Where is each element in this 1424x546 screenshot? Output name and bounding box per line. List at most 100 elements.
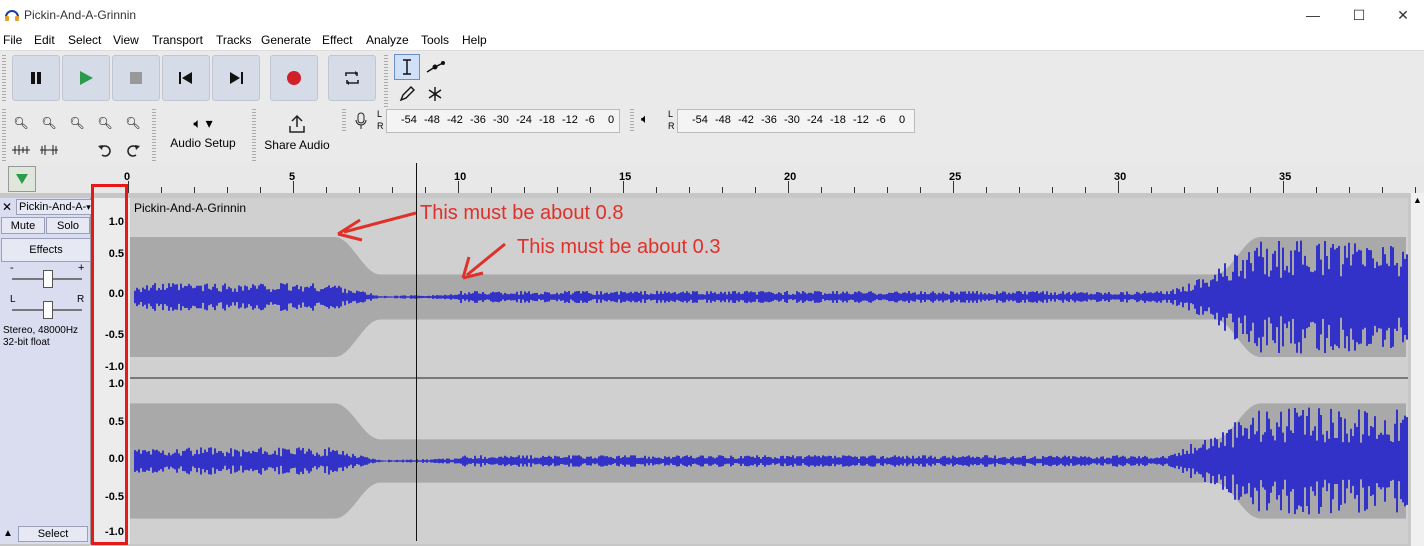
waveform-clip[interactable]: Pickin-And-A-Grinnin (130, 198, 1408, 544)
record-meter-right-label: R (377, 121, 384, 131)
menu-edit[interactable]: Edit (34, 33, 55, 47)
audio-setup-label: Audio Setup (170, 136, 236, 150)
track-menu-button[interactable]: Pickin-And-A- ▾ (16, 199, 92, 215)
menu-transport[interactable]: Transport (152, 33, 203, 47)
zoom-out-button[interactable]: 🔍︎ (36, 110, 62, 136)
pan-slider-thumb[interactable] (43, 301, 53, 319)
timeline-ruler[interactable]: 0 5 10 15 20 25 30 35 (0, 163, 1424, 193)
track-name: Pickin-And-A- (19, 201, 87, 213)
meter-tick-label: -54 (401, 114, 417, 126)
meter-tick-label: -6 (876, 114, 886, 126)
menu-generate[interactable]: Generate (261, 33, 311, 47)
redo-icon (127, 145, 140, 157)
timeline-tick-label: 20 (784, 171, 797, 183)
menu-analyze[interactable]: Analyze (366, 33, 409, 47)
annotation-highlight-box (91, 184, 128, 545)
selection-tool-button[interactable] (394, 54, 420, 80)
share-audio-button[interactable]: Share Audio (258, 109, 336, 161)
playback-meter[interactable]: -54 -48 -42 -36 -30 -24 -18 -12 -6 0 (677, 109, 915, 133)
timeline-tick-label: 15 (619, 171, 632, 183)
solo-button[interactable]: Solo (46, 217, 90, 234)
silence-audio-button[interactable] (36, 137, 62, 163)
trim-icon (12, 145, 30, 155)
menu-select[interactable]: Select (68, 33, 101, 47)
stop-icon (130, 72, 142, 84)
undo-button[interactable] (92, 137, 118, 163)
toolbar-grip[interactable] (252, 109, 256, 161)
pause-icon (31, 72, 41, 84)
meter-tick-label: -54 (692, 114, 708, 126)
zoom-toggle-button[interactable]: 🔍︎ (120, 110, 146, 136)
record-meter[interactable]: -54 -48 -42 -36 -30 -24 -18 -12 -6 0 (386, 109, 620, 133)
fit-selection-button[interactable]: 🔍︎ (64, 110, 90, 136)
timeline-tick-mark (623, 181, 624, 193)
meter-tick-label: -18 (539, 114, 555, 126)
track-format-bits: 32-bit float (3, 337, 50, 348)
toolbar-grip[interactable] (2, 55, 6, 103)
effects-button[interactable]: Effects (1, 238, 91, 262)
audacity-app-icon (5, 10, 19, 21)
zoom-out-icon: 🔍︎ (41, 116, 57, 130)
loop-button[interactable] (328, 55, 376, 101)
stop-button[interactable] (112, 55, 160, 101)
meter-tick-label: -12 (562, 114, 578, 126)
record-button[interactable] (270, 55, 318, 101)
timeline-tick-label: 35 (1279, 171, 1292, 183)
annotation-arrows-2 (461, 242, 506, 280)
upload-icon (289, 114, 305, 133)
gain-minus-label: - (10, 262, 14, 274)
audio-setup-button[interactable]: 🔈︎ ▾ Audio Setup (158, 109, 248, 161)
meter-tick-label: 0 (608, 114, 615, 126)
speaker-dropdown-icon: 🔈︎ ▾ (193, 115, 213, 131)
scroll-up-icon[interactable]: ▲ (1413, 195, 1422, 205)
toolbar-grip[interactable] (152, 109, 156, 161)
close-button[interactable]: ✕ (1380, 0, 1424, 30)
menu-view[interactable]: View (113, 33, 139, 47)
menu-tools[interactable]: Tools (421, 33, 449, 47)
menu-file[interactable]: File (3, 33, 22, 47)
minimize-button[interactable]: — (1290, 0, 1336, 30)
meter-tick-label: -36 (761, 114, 777, 126)
draw-tool-button[interactable] (394, 81, 420, 107)
track-format-rate: Stereo, 48000Hz (3, 325, 79, 336)
clip-name[interactable]: Pickin-And-A-Grinnin (134, 201, 246, 215)
play-button[interactable] (62, 55, 110, 101)
play-head-button[interactable] (8, 166, 36, 192)
menu-effect[interactable]: Effect (322, 33, 352, 47)
meter-tick-label: -6 (585, 114, 595, 126)
gain-plus-label: + (78, 262, 85, 274)
meter-tick-label: -30 (493, 114, 509, 126)
menu-tracks[interactable]: Tracks (216, 33, 252, 47)
zoom-in-button[interactable]: 🔍︎ (8, 110, 34, 136)
redo-button[interactable] (120, 137, 146, 163)
mute-button[interactable]: Mute (1, 217, 45, 234)
maximize-button[interactable]: ☐ (1336, 0, 1382, 30)
toolbar-grip[interactable] (384, 55, 388, 107)
pan-left-label: L (10, 294, 16, 305)
toolbar-area: 🔍︎ 🔍︎ 🔍︎ 🔍︎ 🔍︎ 🔈︎ ▾ Audio Setup Share Au… (0, 51, 1424, 163)
meter-tick-label: -24 (516, 114, 532, 126)
select-track-button[interactable]: Select (18, 526, 88, 542)
meter-tick-label: -42 (447, 114, 463, 126)
fit-project-button[interactable]: 🔍︎ (92, 110, 118, 136)
toolbar-grip[interactable] (2, 109, 6, 161)
toolbar-grip[interactable] (342, 109, 346, 131)
gain-slider-thumb[interactable] (43, 270, 53, 288)
loop-icon (345, 71, 359, 85)
timeline-tick-mark (458, 181, 459, 193)
skip-to-end-button[interactable] (212, 55, 260, 101)
i-beam-icon (403, 59, 411, 75)
microphone-icon (355, 112, 367, 129)
annotation-text-1: This must be about 0.8 (420, 202, 624, 224)
multi-tool-button[interactable] (422, 81, 448, 107)
close-track-icon[interactable]: ✕ (2, 200, 12, 214)
menu-help[interactable]: Help (462, 33, 487, 47)
skip-to-start-button[interactable] (162, 55, 210, 101)
track-control-panel[interactable]: ✕ Pickin-And-A- ▾ Mute Solo Effects - + L… (0, 198, 92, 544)
pause-button[interactable] (12, 55, 60, 101)
collapse-track-icon[interactable]: ▲ (3, 528, 13, 539)
envelope-tool-button[interactable] (422, 54, 448, 80)
trim-audio-button[interactable] (8, 137, 34, 163)
toolbar-grip[interactable] (630, 109, 634, 131)
vertical-scrollbar[interactable]: ▲ (1410, 193, 1424, 546)
